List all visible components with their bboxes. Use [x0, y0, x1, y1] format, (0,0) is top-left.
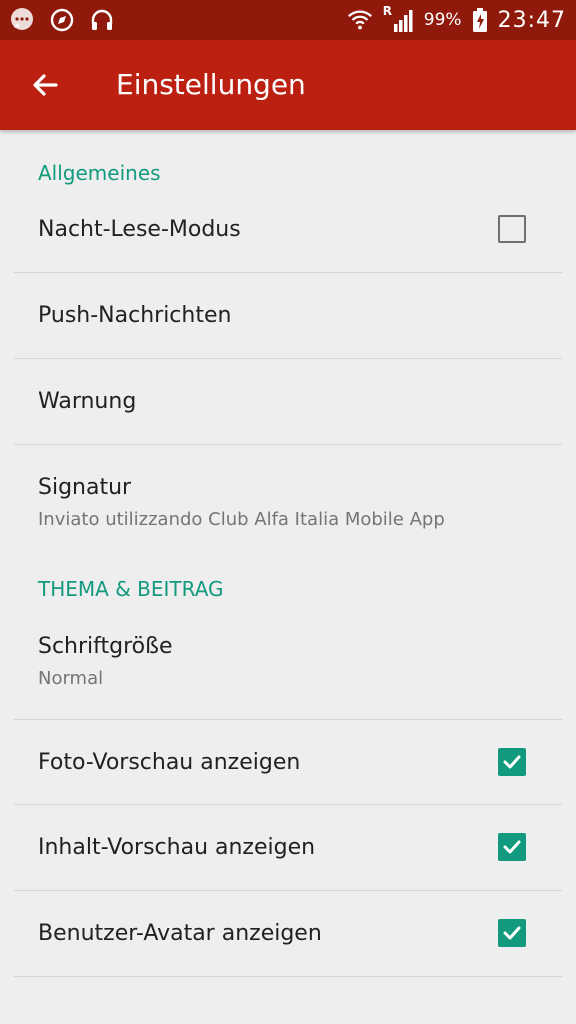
system-status: R 99% 23:47 — [346, 4, 566, 36]
pref-summary: Inviato utilizzando Club Alfa Italia Mob… — [38, 509, 445, 530]
pref-title: Push-Nachrichten — [38, 303, 232, 328]
compass-icon — [48, 6, 76, 34]
checkmark-icon — [501, 751, 523, 773]
pref-title: Inhalt-Vorschau anzeigen — [38, 835, 316, 860]
section-header-general: Allgemeines — [38, 161, 161, 185]
pref-content-preview[interactable]: Inhalt-Vorschau anzeigen — [14, 805, 562, 891]
pref-font-size[interactable]: Schriftgröße Normal — [14, 603, 562, 720]
signal-icon: R — [382, 4, 416, 34]
battery-charging-icon — [470, 6, 490, 34]
page-title: Einstellungen — [116, 68, 306, 101]
pref-title: Schriftgröße — [38, 634, 173, 659]
arrow-left-icon — [30, 70, 60, 100]
user-avatar-checkbox[interactable] — [498, 919, 526, 947]
pref-title: Warnung — [38, 389, 137, 414]
photo-preview-checkbox[interactable] — [498, 748, 526, 776]
pref-photo-preview[interactable]: Foto-Vorschau anzeigen — [14, 720, 562, 805]
headphones-icon — [88, 6, 116, 34]
pref-summary: Normal — [38, 668, 104, 689]
notification-icons — [8, 6, 116, 34]
status-bar: R 99% 23:47 — [0, 0, 576, 40]
pref-user-avatar[interactable]: Benutzer-Avatar anzeigen — [14, 891, 562, 977]
pref-title: Foto-Vorschau anzeigen — [38, 750, 301, 775]
roaming-label: R — [382, 4, 393, 18]
pref-push-notifications[interactable]: Push-Nachrichten — [14, 273, 562, 359]
wifi-icon — [346, 6, 374, 34]
pref-signature[interactable]: Signatur Inviato utilizzando Club Alfa I… — [14, 445, 562, 555]
pref-night-mode[interactable]: Nacht-Lese-Modus — [14, 187, 562, 273]
content-preview-checkbox[interactable] — [498, 833, 526, 861]
battery-percentage: 99% — [423, 10, 462, 30]
clock: 23:47 — [497, 7, 566, 33]
pref-title: Benutzer-Avatar anzeigen — [38, 921, 322, 946]
back-button[interactable] — [22, 62, 68, 108]
section-header-theme: THEMA & BEITRAG — [38, 577, 224, 601]
night-mode-checkbox[interactable] — [498, 215, 526, 243]
pref-title: Signatur — [38, 475, 132, 500]
pref-warning[interactable]: Warnung — [14, 359, 562, 445]
settings-list: Allgemeines Nacht-Lese-Modus Push-Nachri… — [0, 130, 576, 977]
checkmark-icon — [501, 922, 523, 944]
app-bar: Einstellungen — [0, 40, 576, 130]
pref-title: Nacht-Lese-Modus — [38, 217, 241, 242]
checkmark-icon — [501, 836, 523, 858]
chat-bubble-icon — [8, 6, 36, 34]
